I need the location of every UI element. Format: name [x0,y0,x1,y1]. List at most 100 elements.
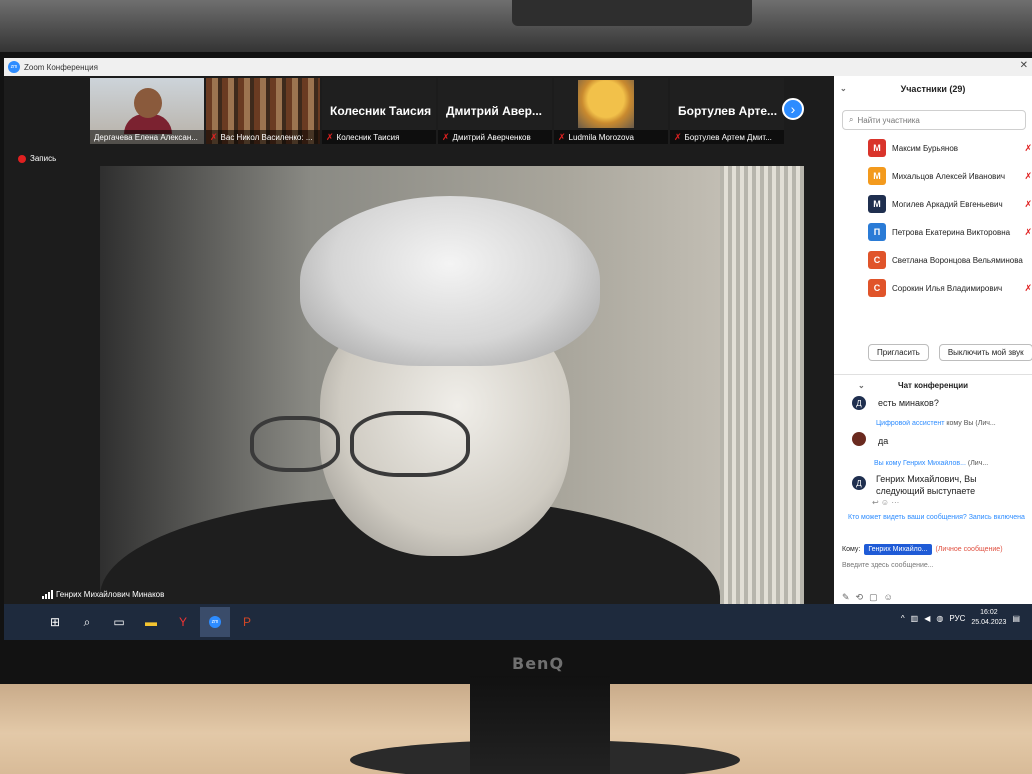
mic-muted-icon: ✗ [1024,142,1032,153]
chat-title: Чат конференции [897,381,969,390]
thumbnail-big-name: Дмитрий Авер... [446,104,542,118]
participant-avatar-photo [578,80,634,128]
thumbnail-participant[interactable]: ✗ Вас Никол Василенко: ... [206,78,320,144]
participant-row[interactable]: С Светлана Воронцова Вельяминова [834,246,1032,274]
chevron-up-icon[interactable]: ^ [901,614,905,623]
globe-icon[interactable]: ◍ [936,614,943,623]
zoom-logo-icon: zm [8,61,20,73]
participant-list: М Максим Бурьянов ✗ М Михальцов Алексей … [834,134,1032,302]
screenshot-icon[interactable]: ⟲ [856,592,864,603]
to-label: Кому: [842,546,861,553]
active-speaker-label: Генрих Михайлович Минаков [42,590,164,599]
chevron-down-icon[interactable]: ⌄ [858,381,865,390]
room-background [0,0,1032,60]
chat-visibility-notice[interactable]: Кто может видеть ваши сообщения? Запись … [848,514,1028,521]
participant-avatar: С [868,251,886,269]
recipient-select[interactable]: Генрих Михайло... [864,544,932,555]
thumbnail-label: Колесник Таисия [336,132,400,142]
next-page-button[interactable]: › [782,98,804,120]
chevron-down-icon[interactable]: ⌄ [840,84,847,93]
task-view-icon[interactable]: ▭ [104,607,134,637]
thumbnail-strip: Дергачева Елена Алексан... ✗ Вас Никол Ва… [90,78,810,144]
close-icon[interactable]: ✕ [1020,60,1028,71]
powerpoint-icon[interactable]: P [232,607,262,637]
private-message-label: (Личное сообщение) [935,546,1003,553]
monitor-brand: BenQ [512,654,565,673]
mic-muted-icon: ✗ [326,131,334,142]
search-icon: ⌕ [849,115,854,124]
keyboard-language[interactable]: РУС [949,614,965,623]
mic-muted-icon: ✗ [1024,170,1032,181]
participant-name: Светлана Воронцова Вельяминова [892,255,1023,265]
monitor-stand [470,676,610,774]
participant-row[interactable]: М Михальцов Алексей Иванович ✗ [834,162,1032,190]
participant-row[interactable]: М Максим Бурьянов ✗ [834,134,1032,162]
zoom-taskbar-icon[interactable]: zm [200,607,230,637]
notifications-icon[interactable]: ▤ [1012,614,1020,623]
chat-recipient-row: Кому: Генрих Михайло... (Личное сообщени… [842,544,1003,555]
chat-message-text: есть минаков? [878,398,939,408]
active-speaker-name: Генрих Михайлович Минаков [56,590,165,599]
network-icon[interactable]: ▥ [911,614,919,623]
webcam [512,0,752,26]
format-icon[interactable]: ✎ [842,592,850,603]
window-titlebar: zm Zoom Конференция ✕ [4,58,1032,76]
thumbnail-big-name: Колесник Таисия [330,104,432,118]
mic-muted-icon: ✗ [210,131,218,142]
thumbnail-label: Бортулев Артем Дмит... [684,132,772,142]
participant-row[interactable]: С Сорокин Илья Владимирович ✗ [834,274,1032,302]
participant-row[interactable]: П Петрова Екатерина Викторовна ✗ [834,218,1032,246]
chat-avatar: Д [852,476,866,490]
thumbnail-big-name: Бортулев Арте... [678,104,778,118]
speaker-background-wall [720,166,804,614]
active-speaker-video [100,166,804,614]
thumbnail-participant[interactable]: Дмитрий Авер... ✗ Дмитрий Аверченков [438,78,552,144]
chat-avatar: Д [852,396,866,410]
invite-button[interactable]: Пригласить [868,343,929,361]
file-icon[interactable]: ▢ [869,592,878,603]
mic-muted-icon: ✗ [1024,198,1032,209]
participant-name: Сорокин Илья Владимирович [892,283,1003,293]
side-panel: ⌄ Участники (29) ⌕ Найти участника М Мак… [834,76,1032,604]
thumbnail-participant[interactable]: Дергачева Елена Алексан... [90,78,204,144]
screen: zm Zoom Конференция ✕ Дергачева Елена Ал… [4,58,1032,640]
participant-row[interactable]: М Могилев Аркадий Евгеньевич ✗ [834,190,1032,218]
windows-start-icon[interactable]: ⊞ [40,607,70,637]
thumbnail-participant[interactable]: Колесник Таисия ✗ Колесник Таисия [322,78,436,144]
chat-header: ⌄ Чат конференции [834,374,1032,396]
volume-icon[interactable]: ◀ [924,614,930,623]
search-icon[interactable]: ⌕ [72,607,102,637]
folder-icon[interactable]: ▬ [136,607,166,637]
chat-compose-input[interactable]: Введите здесь сообщение... [842,562,934,569]
windows-taskbar: ⊞ ⌕ ▭ ▬ Y zm P ^ ▥ ◀ ◍ РУС 16:02 25.04.2… [4,604,1032,640]
participant-photo-head [134,88,162,118]
clock[interactable]: 16:02 25.04.2023 [971,608,1006,628]
participant-search-input[interactable]: ⌕ Найти участника [842,110,1026,130]
thumbnail-participant[interactable]: ✗ Ludmila Morozova [554,78,668,144]
recording-indicator: Запись [18,154,56,163]
clock-time: 16:02 [980,609,998,616]
participant-name: Михальцов Алексей Иванович [892,171,1006,181]
thumbnail-label: Вас Никол Василенко: ... [220,132,313,142]
speaker-glasses-right [350,411,470,477]
recording-label: Запись [30,154,57,163]
mic-muted-icon: ✗ [442,131,450,142]
yandex-browser-icon[interactable]: Y [168,607,198,637]
chat-avatar-photo [852,432,866,446]
participant-name: Петрова Екатерина Викторовна [892,227,1011,237]
participant-avatar: М [868,195,886,213]
chat-recipient: кому Вы (Лич... [946,420,996,427]
mic-muted-icon: ✗ [1024,226,1032,237]
message-reactions[interactable]: ↩ ☺ ··· [872,498,899,507]
participant-name: Могилев Аркадий Евгеньевич [892,199,1003,209]
speaker-hair [300,196,600,366]
participant-name: Максим Бурьянов [892,143,959,153]
participant-avatar: С [868,279,886,297]
signal-strength-icon [42,590,53,599]
mute-me-button[interactable]: Выключить мой звук [938,343,1032,361]
emoji-icon[interactable]: ☺ [884,592,893,603]
participants-title: Участники (29) [900,84,966,94]
thumbnail-participant[interactable]: Бортулев Арте... ✗ Бортулев Артем Дмит... [670,78,784,144]
chat-sender: Цифровой ассистент [876,420,945,427]
chat-recipient: (Лич... [967,460,989,467]
